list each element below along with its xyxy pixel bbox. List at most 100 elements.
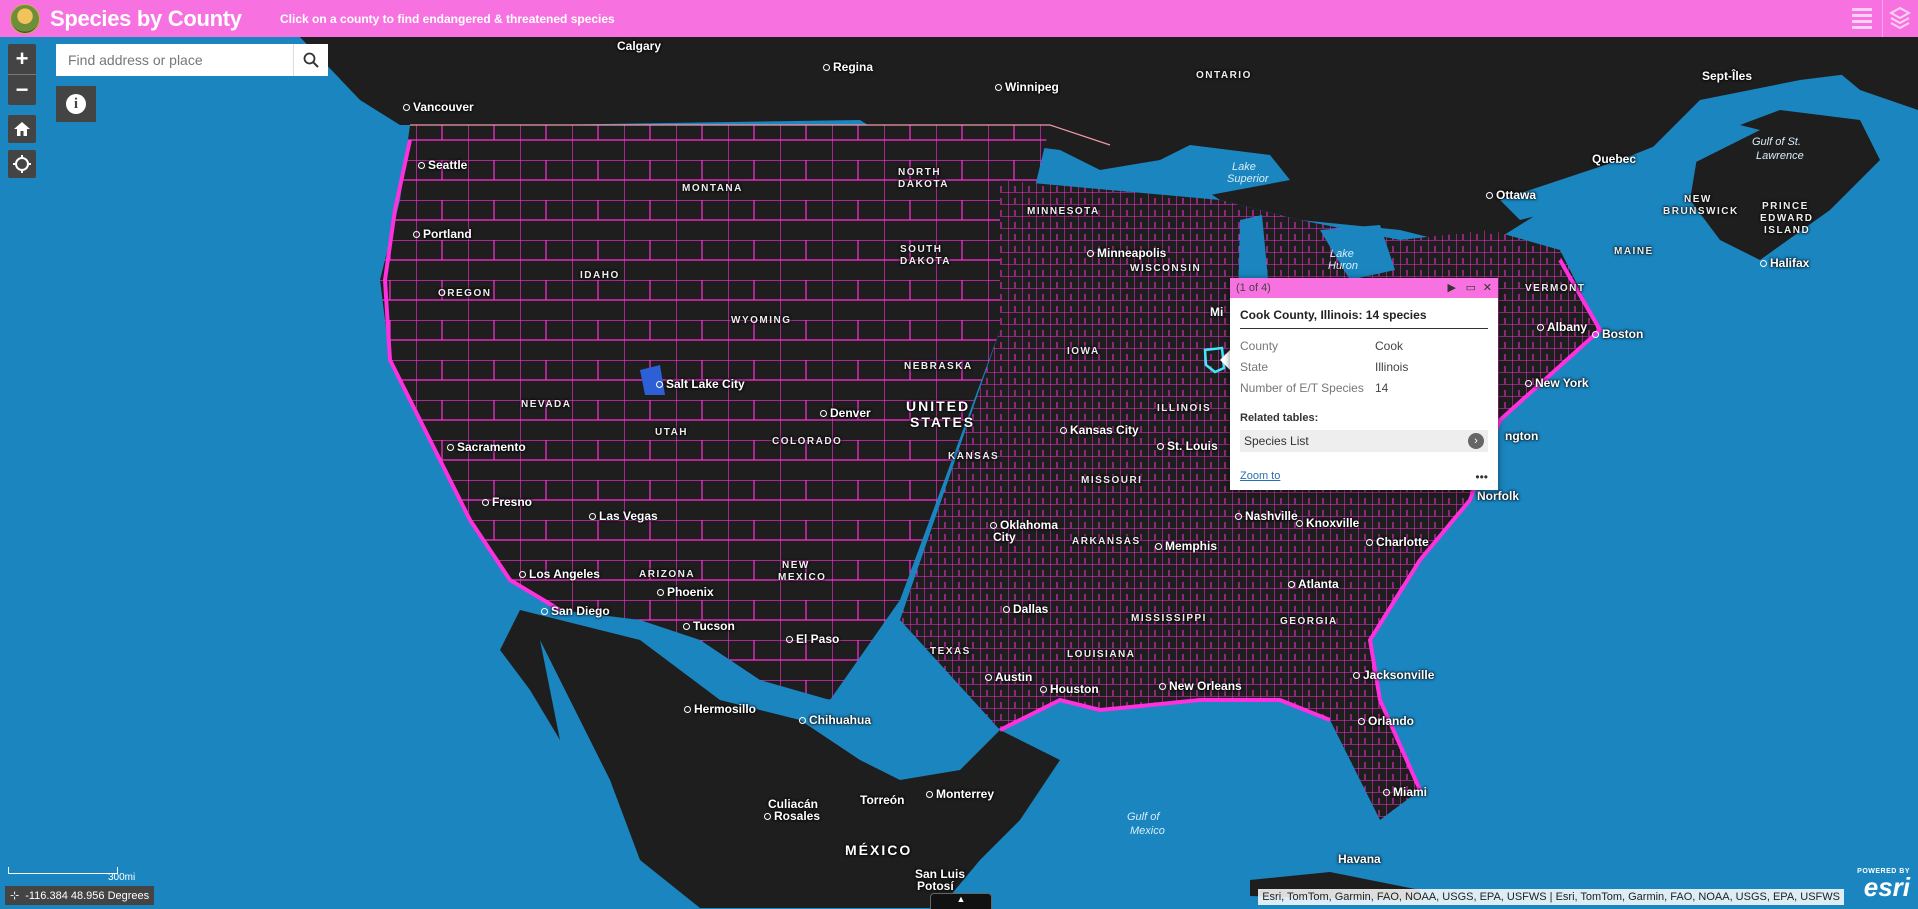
info-button[interactable]: i <box>56 86 96 122</box>
map-label: Potosí <box>917 879 954 893</box>
map-label: Quebec <box>1592 152 1637 166</box>
zoom-out-button[interactable]: − <box>8 75 36 105</box>
zoom-in-button[interactable]: + <box>8 44 36 74</box>
more-icon[interactable]: ••• <box>1475 470 1488 484</box>
map-label: Phoenix <box>657 585 714 599</box>
map-label: San Diego <box>541 604 610 618</box>
popup-title: Cook County, Illinois: 14 species <box>1240 308 1488 329</box>
map-label: Chihuahua <box>799 713 871 727</box>
map-label: Seattle <box>418 158 467 172</box>
feature-popup: (1 of 4) ▶ ▭ ✕ Cook County, Illinois: 14… <box>1230 278 1498 490</box>
coordinate-text: -116.384 48.956 Degrees <box>25 889 150 902</box>
locate-button[interactable] <box>8 150 36 178</box>
search-widget <box>56 44 328 76</box>
map-label: GEORGIA <box>1280 616 1338 627</box>
map-label: MINNESOTA <box>1027 206 1100 217</box>
map-label: Houston <box>1040 682 1099 696</box>
home-button[interactable] <box>8 115 36 143</box>
next-feature-icon[interactable]: ▶ <box>1448 281 1456 294</box>
map-label: Lake <box>1232 161 1256 173</box>
map-label: Nashville <box>1235 509 1298 523</box>
map-label: MAINE <box>1614 246 1654 257</box>
app-title: Species by County <box>50 6 242 31</box>
map-label: Austin <box>985 670 1032 684</box>
map-label: ONTARIO <box>1196 70 1252 81</box>
map-label: TEXAS <box>930 646 971 657</box>
chevron-right-icon: › <box>1468 433 1484 449</box>
map-label: NEBRASKA <box>904 361 973 372</box>
map-label: IOWA <box>1067 346 1100 357</box>
related-tables-label: Related tables: <box>1240 412 1319 424</box>
map-label: Los Angeles <box>519 567 600 581</box>
map-label: IDAHO <box>580 270 620 281</box>
map-label: PRINCE <box>1762 201 1809 212</box>
map-label: St. Louis <box>1157 439 1218 453</box>
map-label: Memphis <box>1155 539 1217 553</box>
map-label: COLORADO <box>772 436 843 447</box>
scale-label: 300mi <box>108 872 136 883</box>
attribute-row: County Cook <box>1240 335 1488 356</box>
map-label: VERMONT <box>1525 283 1586 294</box>
app-logo <box>10 4 40 34</box>
map-label: NEW <box>1684 194 1712 205</box>
map-label: NEVADA <box>521 399 572 410</box>
map-view[interactable]: Calgary Regina Winnipeg ONTARIO Vancouve… <box>0 37 1918 908</box>
map-label: ISLAND <box>1764 225 1811 236</box>
map-label: KANSAS <box>948 451 1000 462</box>
map-label: SOUTH <box>900 244 943 255</box>
map-label: WISCONSIN <box>1130 263 1202 274</box>
map-label: Dallas <box>1003 602 1048 616</box>
app-subtitle: Click on a county to find endangered & t… <box>280 12 615 26</box>
popup-header: (1 of 4) ▶ ▭ ✕ <box>1230 278 1498 298</box>
map-label: Miami <box>1383 785 1427 799</box>
map-label: Halifax <box>1760 256 1809 270</box>
popup-footer: Zoom to ••• <box>1240 470 1488 484</box>
map-label: UNITED <box>906 398 971 414</box>
map-label: New York <box>1525 376 1589 390</box>
coordinate-readout[interactable]: ⊹ -116.384 48.956 Degrees <box>5 886 155 905</box>
related-table-species-list[interactable]: Species List › <box>1240 430 1488 452</box>
map-label: Las Vegas <box>589 509 658 523</box>
map-label: Mi <box>1210 305 1224 319</box>
map-label: ARKANSAS <box>1072 536 1141 547</box>
list-icon[interactable] <box>1848 4 1876 32</box>
map-label: ILLINOIS <box>1157 403 1212 414</box>
layers-icon[interactable] <box>1886 4 1914 32</box>
map-label: MISSISSIPPI <box>1131 613 1207 624</box>
map-label: Huron <box>1328 260 1358 272</box>
map-attribution[interactable]: Esri, TomTom, Garmin, FAO, NOAA, USGS, E… <box>1258 889 1844 905</box>
map-label: Vancouver <box>403 100 474 114</box>
map-label: UTAH <box>655 427 689 438</box>
zoom-to-link[interactable]: Zoom to <box>1240 470 1280 484</box>
map-label: Superior <box>1227 173 1269 185</box>
popup-pointer <box>1220 350 1230 370</box>
app-header: Species by County Click on a county to f… <box>0 0 1918 37</box>
map-label: Orlando <box>1358 714 1414 728</box>
home-icon <box>14 122 30 136</box>
scale-bar <box>8 867 118 874</box>
expand-panel-button[interactable]: ▲ <box>930 893 992 909</box>
zoom-control: + − <box>8 44 36 105</box>
attribute-value: 14 <box>1375 380 1389 395</box>
map-label: NORTH <box>898 167 942 178</box>
info-icon: i <box>66 94 86 114</box>
map-label: BRUNSWICK <box>1663 206 1739 217</box>
map-label: Albany <box>1537 320 1587 334</box>
map-label: Monterrey <box>926 787 994 801</box>
map-label: Lake <box>1330 248 1354 260</box>
close-icon[interactable]: ✕ <box>1483 281 1492 294</box>
esri-logo: POWERED BY esri <box>1857 868 1910 902</box>
search-input[interactable] <box>56 44 293 76</box>
map-label: Gulf of St. <box>1752 136 1801 148</box>
related-table-label: Species List <box>1244 434 1309 448</box>
map-label: EDWARD <box>1760 213 1814 224</box>
crosshair-icon: ⊹ <box>10 890 20 902</box>
map-label: Mexico <box>1130 825 1165 837</box>
esri-wordmark: esri <box>1863 872 1910 902</box>
map-label: Sept-Îles <box>1702 69 1753 83</box>
attribute-row: Number of E/T Species 14 <box>1240 377 1488 398</box>
maximize-icon[interactable]: ▭ <box>1466 281 1476 294</box>
map-label: MEXICO <box>778 572 827 583</box>
map-label: Portland <box>413 227 472 241</box>
search-button[interactable] <box>293 44 328 76</box>
